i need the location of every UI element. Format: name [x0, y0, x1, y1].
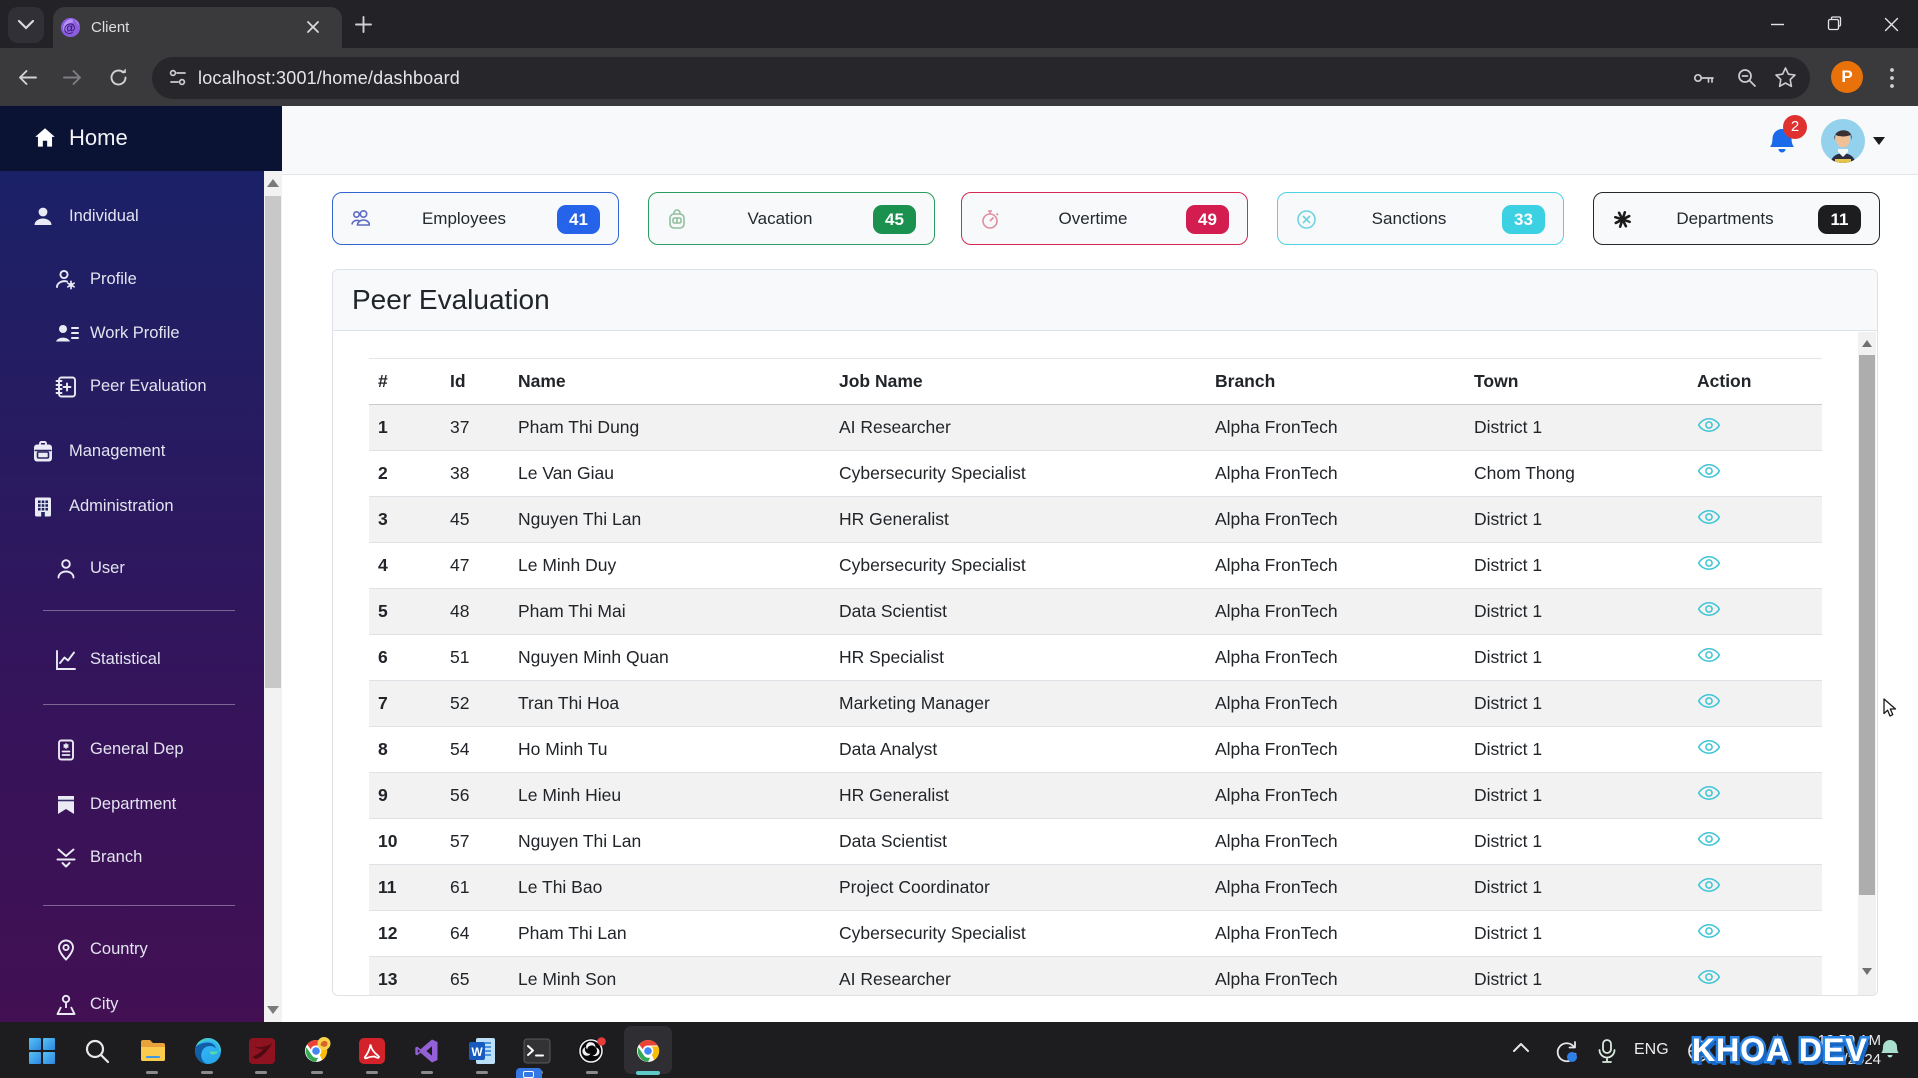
svg-text:@: @ — [64, 21, 76, 35]
svg-text:W: W — [471, 1045, 483, 1059]
